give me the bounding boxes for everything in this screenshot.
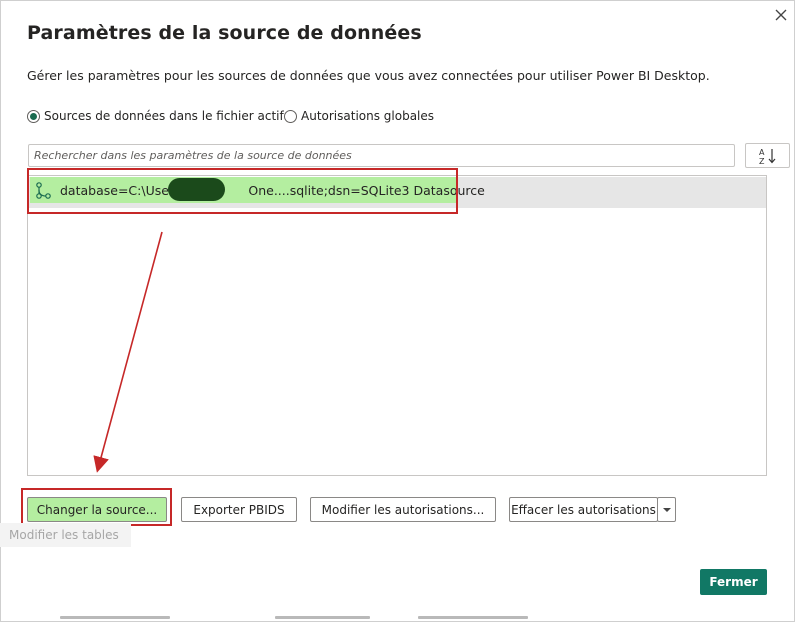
radio-unselected-icon[interactable] <box>284 109 297 123</box>
radio-global-permissions[interactable]: Autorisations globales <box>284 108 434 124</box>
radio-global-permissions-label: Autorisations globales <box>301 109 435 123</box>
annotation-box-list-item <box>27 168 458 214</box>
radio-current-file-sources-label: Sources de données dans le fichier actif <box>44 109 284 123</box>
change-source-button[interactable]: Changer la source... <box>27 497 167 522</box>
radio-selected-icon[interactable] <box>27 109 40 123</box>
clear-permissions-button[interactable]: Effacer les autorisations <box>509 497 658 522</box>
data-source-list <box>27 175 767 476</box>
close-icon[interactable] <box>771 5 791 25</box>
clear-permissions-dropdown[interactable] <box>657 497 676 522</box>
svg-text:A: A <box>759 148 765 157</box>
svg-text:Z: Z <box>759 157 765 166</box>
sort-button[interactable]: A Z <box>745 143 790 168</box>
radio-current-file-sources[interactable]: Sources de données dans le fichier actif <box>27 108 284 124</box>
sort-az-icon: A Z <box>759 148 775 166</box>
background-edit-tables-button: Modifier les tables <box>0 523 131 547</box>
close-button[interactable]: Fermer <box>700 569 767 595</box>
chevron-down-icon <box>662 507 671 512</box>
dialog-description: Gérer les paramètres pour les sources de… <box>27 68 710 83</box>
background-content-strip <box>0 614 795 622</box>
search-input[interactable] <box>28 144 735 167</box>
dialog-title: Paramètres de la source de données <box>27 22 422 44</box>
export-pbids-button[interactable]: Exporter PBIDS <box>181 497 297 522</box>
edit-permissions-button[interactable]: Modifier les autorisations... <box>310 497 496 522</box>
